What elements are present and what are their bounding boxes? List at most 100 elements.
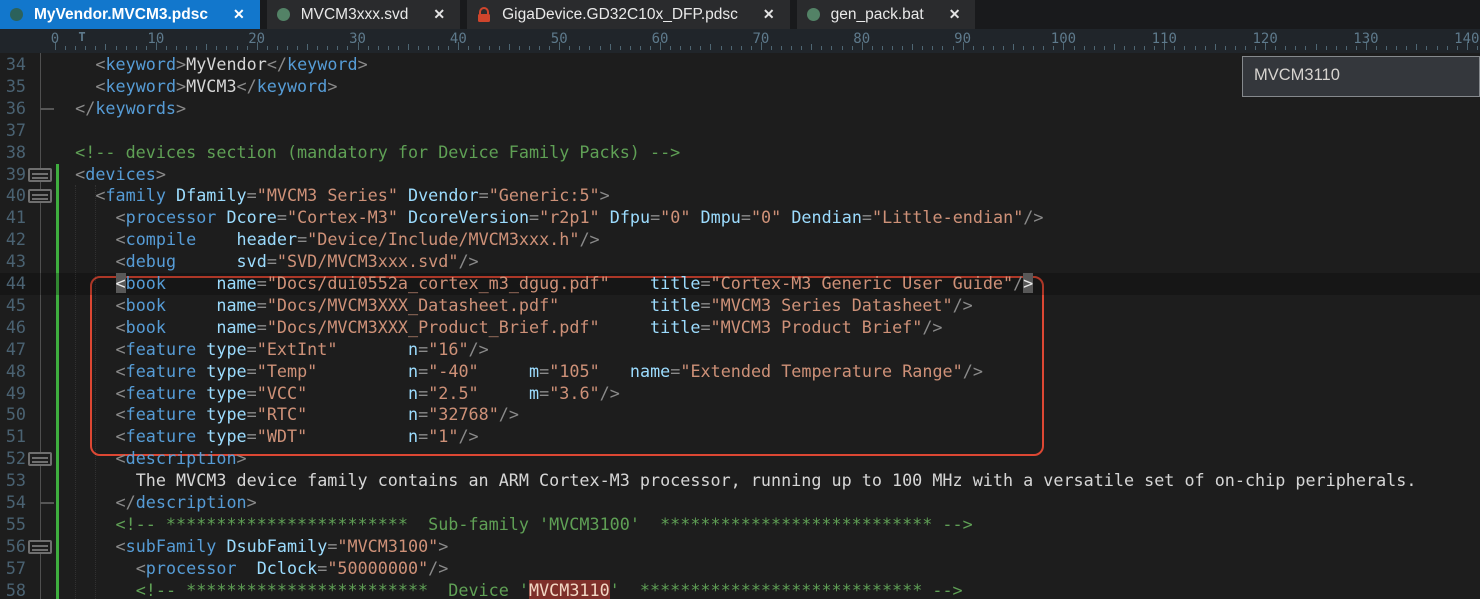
code-line-36[interactable]: 36 </keywords> xyxy=(0,98,1480,120)
tab-GigaDevice.GD32C10x_DFP.pdsc[interactable]: GigaDevice.GD32C10x_DFP.pdsc ✕ xyxy=(467,0,790,29)
code-line-44[interactable]: 44 <book name="Docs/dui0552a_cortex_m3_d… xyxy=(0,273,1480,295)
code-line-57[interactable]: 57 <processor Dclock="50000000"/> xyxy=(0,558,1480,580)
code-line-39[interactable]: 39 <devices> xyxy=(0,164,1480,186)
code-line-42[interactable]: 42 <compile header="Device/Include/MVCM3… xyxy=(0,229,1480,251)
code-line-56[interactable]: 56 <subFamily DsubFamily="MVCM3100"> xyxy=(0,536,1480,558)
tab-label: GigaDevice.GD32C10x_DFP.pdsc xyxy=(502,6,738,24)
ruler-tick xyxy=(1396,46,1397,50)
line-number: 36 xyxy=(0,98,26,120)
ruler-label: 70 xyxy=(752,31,769,47)
ruler-tick xyxy=(116,46,117,50)
code-line-55[interactable]: 55 <!-- ************************ Sub-fam… xyxy=(0,514,1480,536)
code-text: <feature type="Temp" n="-40" m="105" nam… xyxy=(55,361,983,383)
code-line-37[interactable]: 37 xyxy=(0,120,1480,142)
line-number: 56 xyxy=(0,536,26,558)
line-number: 48 xyxy=(0,361,26,383)
ruler-tick xyxy=(1245,46,1246,50)
code-line-48[interactable]: 48 <feature type="Temp" n="-40" m="105" … xyxy=(0,361,1480,383)
ruler-tick xyxy=(95,46,96,50)
ruler-tick xyxy=(1336,46,1337,50)
ruler-tick xyxy=(993,46,994,50)
code-line-45[interactable]: 45 <book name="Docs/MVCM3XXX_Datasheet.p… xyxy=(0,295,1480,317)
ruler-tick xyxy=(176,46,177,50)
ruler-tick xyxy=(1094,46,1095,50)
code-line-49[interactable]: 49 <feature type="VCC" n="2.5" m="3.6"/> xyxy=(0,383,1480,405)
ruler-tick xyxy=(398,46,399,50)
ruler-tick xyxy=(519,46,520,50)
ruler-tick xyxy=(610,44,611,50)
code-line-38[interactable]: 38 <!-- devices section (mandatory for D… xyxy=(0,142,1480,164)
code-text: The MVCM3 device family contains an ARM … xyxy=(55,470,1416,492)
ruler-tick xyxy=(922,46,923,50)
line-number: 41 xyxy=(0,207,26,229)
code-line-41[interactable]: 41 <processor Dcore="Cortex-M3" DcoreVer… xyxy=(0,207,1480,229)
ruler-tick xyxy=(277,46,278,50)
ruler-tick xyxy=(1003,46,1004,50)
ruler-tick xyxy=(710,44,711,50)
ruler-label: 10 xyxy=(147,31,164,47)
code-text: <book name="Docs/MVCM3XXX_Product_Brief.… xyxy=(55,317,943,339)
code-line-54[interactable]: 54 </description> xyxy=(0,492,1480,514)
code-editor[interactable]: 34 <keyword>MyVendor</keyword>35 <keywor… xyxy=(0,53,1480,599)
code-line-46[interactable]: 46 <book name="Docs/MVCM3XXX_Product_Bri… xyxy=(0,317,1480,339)
ruler-label: 0 xyxy=(51,31,59,47)
ruler-tick xyxy=(1013,44,1014,50)
tab-stop-marker: T xyxy=(78,30,85,44)
code-text: <keyword>MyVendor</keyword> xyxy=(55,54,368,76)
tab-MyVendor.MVCM3.pdsc[interactable]: MyVendor.MVCM3.pdsc✕ xyxy=(0,0,260,29)
modified-circle-icon xyxy=(10,8,23,21)
line-number: 42 xyxy=(0,229,26,251)
ruler-tick xyxy=(267,46,268,50)
code-line-50[interactable]: 50 <feature type="RTC" n="32768"/> xyxy=(0,404,1480,426)
search-overlay[interactable]: MVCM3110 xyxy=(1242,56,1480,97)
ruler-label: 110 xyxy=(1152,31,1177,47)
ruler-label: 50 xyxy=(551,31,568,47)
code-line-52[interactable]: 52 <description> xyxy=(0,448,1480,470)
line-number: 46 xyxy=(0,317,26,339)
modified-circle-icon xyxy=(807,8,820,21)
ruler-tick xyxy=(1033,46,1034,50)
line-number: 50 xyxy=(0,404,26,426)
tab-gen_pack.bat[interactable]: gen_pack.bat✕ xyxy=(797,0,976,29)
fold-collapse-icon[interactable] xyxy=(28,168,52,182)
tab-close-icon[interactable]: ✕ xyxy=(233,6,245,23)
tab-close-icon[interactable]: ✕ xyxy=(433,6,445,23)
lock-icon xyxy=(477,7,491,23)
code-line-58[interactable]: 58 <!-- ************************ Device … xyxy=(0,580,1480,599)
ruler-tick xyxy=(65,46,66,50)
line-number: 52 xyxy=(0,448,26,470)
ruler-tick xyxy=(741,46,742,50)
code-line-43[interactable]: 43 <debug svd="SVD/MVCM3xxx.svd"/> xyxy=(0,251,1480,273)
code-text: <book name="Docs/MVCM3XXX_Datasheet.pdf"… xyxy=(55,295,973,317)
ruler-tick xyxy=(216,46,217,50)
code-text: <feature type="VCC" n="2.5" m="3.6"/> xyxy=(55,383,620,405)
code-text: <compile header="Device/Include/MVCM3xxx… xyxy=(55,229,600,251)
tab-MVCM3xxx.svd[interactable]: MVCM3xxx.svd ✕ xyxy=(267,0,460,29)
fold-collapse-icon[interactable] xyxy=(28,452,52,466)
tab-label: MVCM3xxx.svd xyxy=(301,6,409,24)
search-input[interactable]: MVCM3110 xyxy=(1243,57,1479,85)
ruler-tick xyxy=(1205,46,1206,50)
fold-collapse-icon[interactable] xyxy=(28,189,52,203)
ruler-tick xyxy=(1346,46,1347,50)
brace-match-highlight: < xyxy=(116,273,126,293)
code-text: <!-- ************************ Device 'MV… xyxy=(55,580,963,599)
column-ruler: T 0102030405060708090100110120130140 xyxy=(0,29,1480,54)
code-line-47[interactable]: 47 <feature type="ExtInt" n="16"/> xyxy=(0,339,1480,361)
ruler-tick xyxy=(1225,46,1226,50)
code-text: </description> xyxy=(55,492,257,514)
code-line-51[interactable]: 51 <feature type="WDT" n="1"/> xyxy=(0,426,1480,448)
modified-circle-icon xyxy=(277,8,290,21)
code-text: <devices> xyxy=(55,164,166,186)
code-line-40[interactable]: 40 <family Dfamily="MVCM3 Series" Dvendo… xyxy=(0,185,1480,207)
ruler-tick xyxy=(126,46,127,50)
fold-collapse-icon[interactable] xyxy=(28,540,52,554)
line-number: 34 xyxy=(0,54,26,76)
line-number: 43 xyxy=(0,251,26,273)
tab-close-icon[interactable]: ✕ xyxy=(949,6,961,23)
code-line-53[interactable]: 53 The MVCM3 device family contains an A… xyxy=(0,470,1480,492)
tab-close-icon[interactable]: ✕ xyxy=(763,6,775,23)
ruler-tick xyxy=(721,46,722,50)
line-number: 55 xyxy=(0,514,26,536)
line-number: 37 xyxy=(0,120,26,142)
